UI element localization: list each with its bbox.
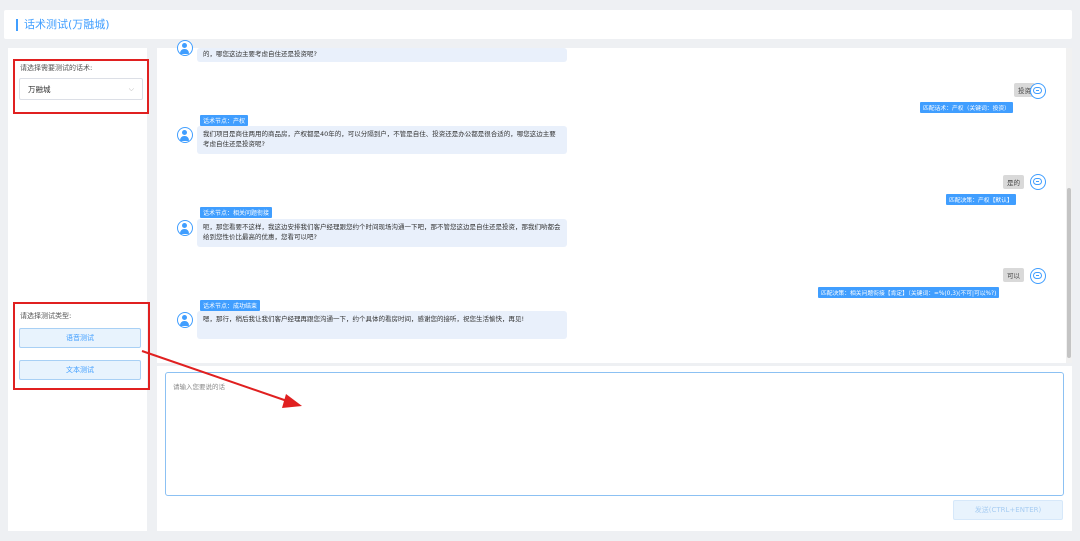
annotation-arrow-icon [141,350,302,408]
